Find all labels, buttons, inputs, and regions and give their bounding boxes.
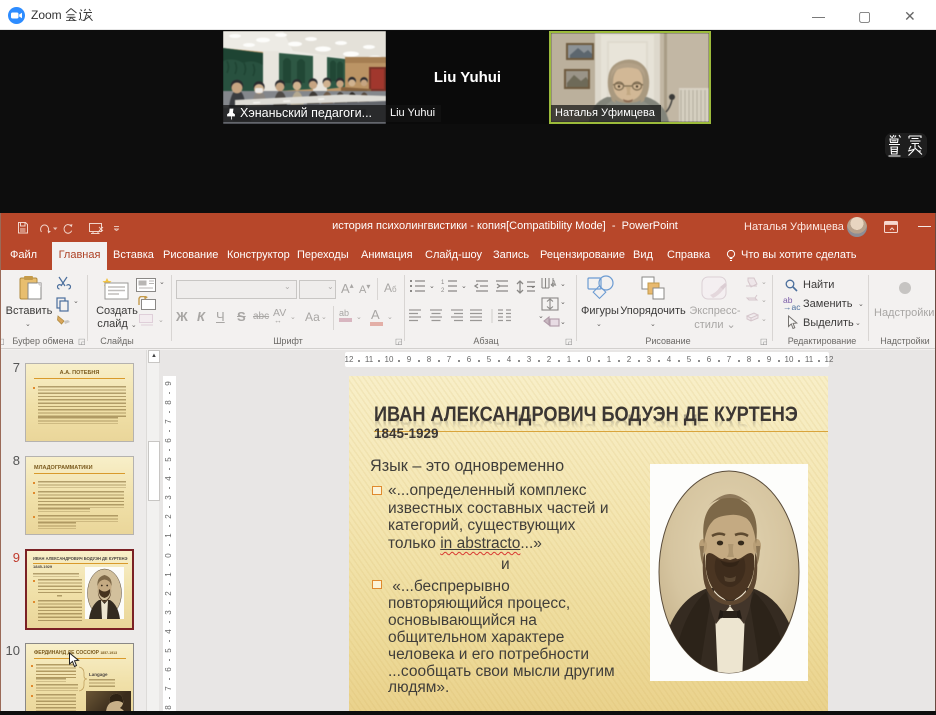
svg-text:1: 1 — [441, 280, 445, 286]
svg-text:2: 2 — [441, 288, 445, 294]
svg-text:А: А — [551, 279, 557, 288]
